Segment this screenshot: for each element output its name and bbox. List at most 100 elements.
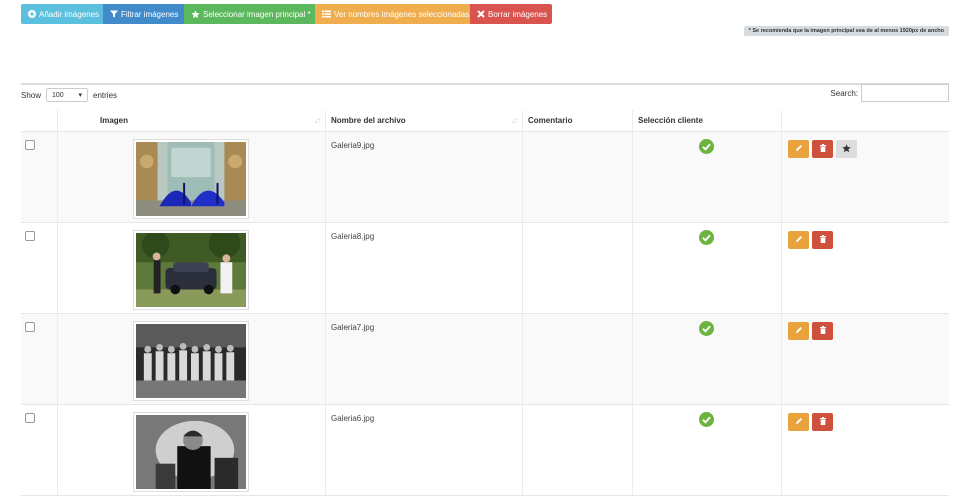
pencil-icon [795,144,803,154]
check-circle-icon [699,230,714,247]
row-checkbox-cell [21,132,58,222]
filename-cell: Galeria7.jpg [326,314,523,404]
table-row: Galeria9.jpg [21,132,949,223]
search-control: Search: [830,84,949,102]
page-length-select[interactable]: 100 ▾ [46,88,89,102]
view-selected-names-label: Ver nombres imágenes seleccionadas [334,9,470,19]
row-checkbox-cell [21,223,58,313]
check-circle-icon [699,139,714,156]
add-images-button[interactable]: Añadir imágenes [21,4,103,24]
client-selection-cell [633,314,782,404]
sort-icon: ↓↑ [314,116,321,125]
image-thumbnail[interactable] [133,230,249,310]
show-label: Show [21,90,42,100]
filename: Galeria6.jpg [331,414,375,423]
edit-button[interactable] [788,231,809,249]
add-images-label: Añadir imágenes [39,9,100,19]
filename: Galeria7.jpg [331,323,375,332]
filename: Galeria9.jpg [331,141,375,150]
man-portrait-photo [136,415,246,489]
delete-images-button[interactable]: Borrar imágenes [470,4,552,24]
list-icon [322,10,331,18]
row-checkbox[interactable] [25,322,35,332]
delete-button[interactable] [812,322,833,340]
trash-icon [819,326,827,336]
image-cell [58,223,326,313]
edit-button[interactable] [788,413,809,431]
images-table: Imagen ↓↑ Nombre del archivo ↓↑ Comentario… [21,110,949,496]
select-main-image-label: Seleccionar imagen principal * [203,9,311,19]
star-icon [842,143,851,155]
client-selection-cell [633,223,782,313]
actions-cell [782,132,949,222]
trash-icon [819,417,827,427]
image-thumbnail[interactable] [133,321,249,401]
filter-images-label: Filtrar imágenes [121,9,179,19]
comment-cell [523,132,633,222]
groomsmen-photo [136,324,246,398]
trash-icon [819,235,827,245]
entries-label: entries [93,90,118,100]
row-checkbox-cell [21,314,58,404]
header-comment: Comentario [523,110,633,131]
blue-shoes-photo [136,142,246,216]
table-row: Galeria8.jpg [21,223,949,314]
table-row: Galeria6.jpg [21,405,949,496]
delete-button[interactable] [812,231,833,249]
comment-cell [523,314,633,404]
pencil-icon [795,235,803,245]
chevron-down-icon: ▾ [78,92,83,99]
image-thumbnail[interactable] [133,139,249,219]
header-image[interactable]: Imagen ↓↑ [58,110,326,131]
filename-cell: Galeria8.jpg [326,223,523,313]
search-label: Search: [830,88,858,98]
comment-cell [523,405,633,495]
header-comment-label: Comentario [528,116,573,125]
actions-cell [782,314,949,404]
delete-images-label: Borrar imágenes [488,9,548,19]
view-selected-names-button[interactable]: Ver nombres imágenes seleccionadas [315,4,470,24]
couple-car-photo [136,233,246,307]
star-icon [191,9,200,19]
actions-cell [782,405,949,495]
header-actions [782,110,949,131]
select-main-image-button[interactable]: Seleccionar imagen principal * [184,4,315,24]
row-checkbox[interactable] [25,413,35,423]
comment-cell [523,223,633,313]
filename-cell: Galeria9.jpg [326,132,523,222]
pencil-icon [795,417,803,427]
table-row: Galeria7.jpg [21,314,949,405]
row-checkbox[interactable] [25,140,35,150]
main-image-size-note: * Se recomienda que la imagen principal … [743,26,949,36]
filter-images-button[interactable]: Filtrar imágenes [103,4,184,24]
delete-button[interactable] [812,140,833,158]
times-icon [477,10,485,18]
client-selection-cell [633,132,782,222]
edit-button[interactable] [788,322,809,340]
header-client-selection: Selección cliente [633,110,782,131]
divider [21,83,949,85]
plus-circle-icon [28,10,36,18]
page-length-control: Show 100 ▾ entries [21,88,117,102]
table-header: Imagen ↓↑ Nombre del archivo ↓↑ Comentario… [21,110,949,132]
search-input[interactable] [861,84,949,102]
header-image-label: Imagen [100,116,129,125]
set-main-image-button[interactable] [836,140,857,158]
image-thumbnail[interactable] [133,412,249,492]
client-selection-cell [633,405,782,495]
header-client-selection-label: Selección cliente [638,116,703,125]
actions-cell [782,223,949,313]
edit-button[interactable] [788,140,809,158]
header-filename-label: Nombre del archivo [331,116,406,125]
page-length-value: 100 [52,91,64,99]
check-circle-icon [699,412,714,429]
filter-icon [110,10,118,18]
row-checkbox-cell [21,405,58,495]
image-cell [58,405,326,495]
delete-button[interactable] [812,413,833,431]
image-cell [58,314,326,404]
sort-icon: ↓↑ [511,116,518,125]
row-checkbox[interactable] [25,231,35,241]
header-filename[interactable]: Nombre del archivo ↓↑ [326,110,523,131]
pencil-icon [795,326,803,336]
